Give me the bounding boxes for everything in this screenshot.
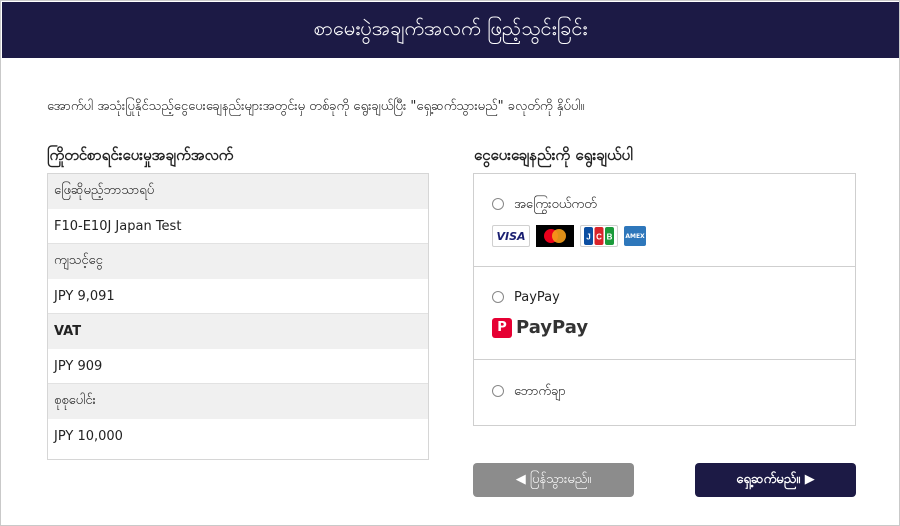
summary-label-vat: VAT [48, 314, 428, 349]
payment-option-paypay[interactable]: PayPay P PayPay [474, 267, 855, 360]
paypay-mark-icon: P [492, 317, 512, 338]
payment-option-voucher[interactable]: ဘောက်ချာ [474, 360, 855, 425]
page-header: စာမေးပွဲအချက်အလက် ဖြည့်သွင်းခြင်း [2, 2, 899, 58]
payment-title: ငွေပေးချေနည်းကို ရွေးချယ်ပါ [474, 146, 633, 164]
svg-text:B: B [607, 233, 613, 242]
paypay-logo-text: PayPay [516, 317, 589, 338]
mastercard-logo-icon [536, 225, 574, 247]
credit-card-label: အကြွေးဝယ်ကတ် [514, 197, 597, 212]
paypay-label: PayPay [514, 290, 560, 305]
payment-options: အကြွေးဝယ်ကတ် VISA J C B AMEX PayPay P Pa… [473, 173, 856, 426]
summary-title: ကြိုတင်စာရင်းပေးမှုအချက်အလက် [47, 146, 234, 164]
summary-value-total: JPY 10,000 [48, 419, 428, 454]
svg-text:C: C [596, 233, 602, 242]
card-logos: VISA J C B AMEX [492, 225, 646, 247]
summary-table: ဖြေဆိုမည့်ဘာသာရပ် F10-E10J Japan Test ကျ… [47, 173, 429, 460]
voucher-label: ဘောက်ချာ [514, 384, 566, 399]
jcb-logo-icon: J C B [580, 225, 618, 247]
visa-logo-icon: VISA [492, 225, 530, 247]
summary-label-total: စုစုပေါင်း [48, 384, 428, 419]
back-button[interactable]: ◀ ပြန်သွားမည်။ [473, 463, 634, 497]
summary-value-vat: JPY 909 [48, 349, 428, 384]
summary-label-subject: ဖြေဆိုမည့်ဘာသာရပ် [48, 174, 428, 209]
svg-text:J: J [586, 233, 590, 242]
next-button[interactable]: ရှေ့ဆက်မည်။ ▶ [695, 463, 856, 497]
page-title: စာမေးပွဲအချက်အလက် ဖြည့်သွင်းခြင်း [313, 16, 588, 40]
summary-label-fee: ကျသင့်ငွေ [48, 244, 428, 279]
page-frame: စာမေးပွဲအချက်အလက် ဖြည့်သွင်းခြင်း အောက်ပ… [0, 0, 900, 526]
intro-text: အောက်ပါ အသုံးပြုနိုင်သည့်ငွေပေးချေနည်းမျ… [47, 99, 585, 114]
summary-value-fee: JPY 9,091 [48, 279, 428, 314]
paypay-radio[interactable] [492, 291, 504, 303]
paypay-logo: P PayPay [492, 317, 588, 338]
payment-option-credit-card[interactable]: အကြွေးဝယ်ကတ် VISA J C B AMEX [474, 174, 855, 267]
credit-card-radio[interactable] [492, 198, 504, 210]
amex-logo-icon: AMEX [624, 226, 646, 246]
summary-value-subject: F10-E10J Japan Test [48, 209, 428, 244]
voucher-radio[interactable] [492, 385, 504, 397]
